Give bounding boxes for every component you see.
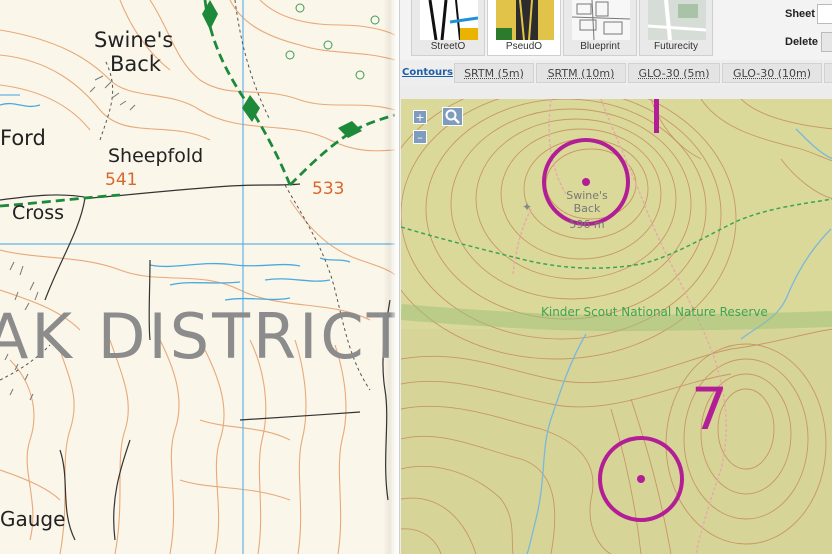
- contours-label[interactable]: Contours: [402, 63, 453, 83]
- label-swines: Swine's: [94, 28, 173, 52]
- pseudo-thumbnail: [496, 0, 554, 40]
- tab-srtm-10m[interactable]: SRTM (10m): [536, 63, 626, 83]
- style-tile-pseudo[interactable]: PseudO: [487, 0, 561, 56]
- control-dot-7: [637, 475, 645, 483]
- label-back: Back: [110, 52, 162, 76]
- zoom-in-button[interactable]: +: [413, 110, 427, 124]
- label-gauge: Gauge: [0, 507, 65, 531]
- district-label: AK DISTRICT: [0, 300, 395, 373]
- control-number-7: 7: [691, 375, 728, 443]
- sheet-field[interactable]: [817, 4, 832, 24]
- tab-more[interactable]: [824, 63, 832, 83]
- spot-height-2: 533: [312, 179, 344, 199]
- zoom-out-button[interactable]: –: [413, 130, 427, 144]
- contours-tabbar: Contours SRTM (5m) SRTM (10m) GLO-30 (5m…: [400, 60, 832, 86]
- futurecity-thumbnail: [648, 0, 706, 40]
- summit-name-line1: Swine's: [566, 189, 608, 202]
- tab-glo30-5m[interactable]: GLO-30 (5m): [628, 63, 720, 83]
- delete-button[interactable]: [821, 32, 832, 52]
- reserve-label: Kinder Scout National Nature Reserve: [541, 305, 768, 319]
- tab-glo30-10m[interactable]: GLO-30 (10m): [722, 63, 822, 83]
- streeto-thumbnail: [420, 0, 478, 40]
- app-panel: StreetO PseudO Blueprint Futurecity Shee…: [399, 0, 832, 554]
- trig-point-icon: ✦: [522, 200, 532, 214]
- style-label: Futurecity: [654, 41, 698, 52]
- os-map-drawing: Swine's Back Ford Sheepfold Cross Gauge …: [0, 0, 395, 554]
- summit-height: 596 m: [569, 218, 604, 231]
- style-tile-blueprint[interactable]: Blueprint: [563, 0, 637, 56]
- style-label: Blueprint: [580, 41, 620, 52]
- map-search-button[interactable]: [442, 107, 463, 126]
- summit-name-line2: Back: [574, 202, 601, 215]
- style-label: StreetO: [430, 41, 466, 52]
- label-sheepfold: Sheepfold: [108, 145, 203, 167]
- map-style-bar: StreetO PseudO Blueprint Futurecity Shee…: [400, 0, 832, 60]
- spot-height-1: 541: [105, 170, 137, 190]
- style-tile-streeto[interactable]: StreetO: [411, 0, 485, 56]
- delete-label: Delete: [785, 36, 819, 48]
- os-paper-map: Swine's Back Ford Sheepfold Cross Gauge …: [0, 0, 395, 554]
- course-map-drawing: Swine's Back 596 m Kinder Scout National…: [401, 99, 832, 554]
- tab-srtm-5m[interactable]: SRTM (5m): [454, 63, 534, 83]
- magnifier-icon: [445, 109, 460, 124]
- course-map-view[interactable]: Swine's Back 596 m Kinder Scout National…: [401, 99, 832, 554]
- page-fold-shadow: [383, 0, 399, 554]
- label-ford: Ford: [0, 126, 46, 150]
- course-leg-line: [654, 99, 659, 133]
- blueprint-thumbnail: [572, 0, 630, 40]
- sheet-label: Sheet: [785, 8, 815, 20]
- style-tile-futurecity[interactable]: Futurecity: [639, 0, 713, 56]
- label-cross: Cross: [12, 202, 64, 224]
- control-dot-summit: [582, 178, 590, 186]
- style-label: PseudO: [505, 41, 543, 52]
